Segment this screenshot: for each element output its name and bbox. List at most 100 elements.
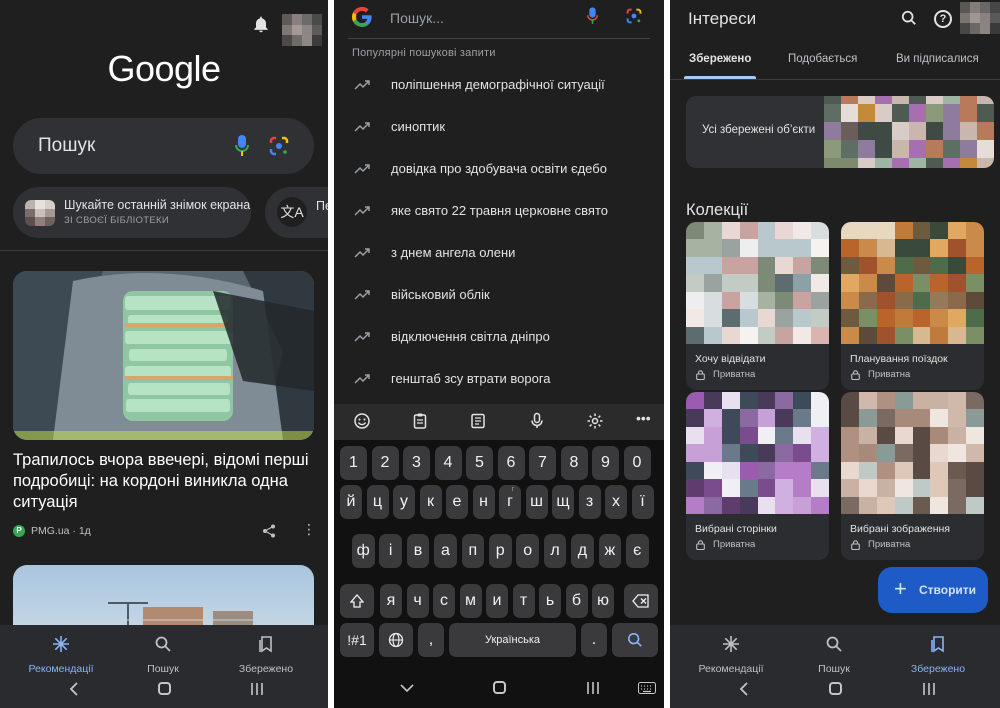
nav-search[interactable]: Пошук — [118, 635, 208, 677]
suggestion-item[interactable]: генштаб зсу втрати ворога — [334, 361, 664, 401]
key[interactable]: м — [459, 584, 482, 618]
avatar[interactable] — [282, 14, 322, 46]
suggestion-item[interactable]: довідка про здобувача освіти єдебо — [334, 151, 664, 191]
key[interactable]: т — [512, 584, 535, 618]
key[interactable]: 4 — [434, 446, 462, 480]
home-icon[interactable] — [493, 681, 506, 694]
suggestion-item[interactable]: військовий облік — [334, 277, 664, 317]
key[interactable]: ц — [366, 485, 389, 519]
key[interactable]: 6 — [497, 446, 525, 480]
translate-chip[interactable]: 文A Пе — [265, 187, 328, 238]
back-icon[interactable] — [739, 682, 749, 696]
share-icon[interactable] — [262, 524, 276, 538]
hide-keyboard-icon[interactable] — [400, 683, 414, 693]
settings-gear-icon[interactable] — [586, 412, 604, 430]
tab-following[interactable]: Ви підписалися — [896, 53, 979, 65]
collection-card[interactable]: Вибрані сторінки Приватна — [686, 392, 829, 560]
suggestion-item[interactable]: відключення світла дніпро — [334, 319, 664, 359]
create-collection-button[interactable]: + Створити — [878, 567, 988, 613]
key[interactable]: з — [578, 485, 601, 519]
language-key[interactable] — [379, 623, 413, 657]
collection-card[interactable]: Вибрані зображення Приватна — [841, 392, 984, 560]
search-bar[interactable]: Пошук — [13, 118, 314, 174]
key[interactable]: 9 — [592, 446, 619, 480]
key[interactable]: 2 — [371, 446, 399, 480]
key[interactable]: 5 — [466, 446, 493, 480]
key[interactable]: 7 — [529, 446, 556, 480]
lens-icon[interactable] — [626, 8, 642, 24]
suggestion-item[interactable]: яке свято 22 травня церковне свято — [334, 193, 664, 233]
key[interactable]: х — [605, 485, 627, 519]
key[interactable]: ш — [525, 485, 548, 519]
nav-saved[interactable]: Збережено — [893, 635, 983, 677]
home-icon[interactable] — [829, 682, 842, 695]
key[interactable]: и — [486, 584, 508, 618]
all-saved-card[interactable]: Усі збережені об’єкти — [686, 96, 994, 168]
key[interactable]: к — [419, 485, 442, 519]
key[interactable]: й — [340, 485, 362, 519]
key[interactable]: н — [472, 485, 495, 519]
lens-icon[interactable] — [269, 136, 289, 156]
key[interactable]: р — [489, 534, 512, 568]
key[interactable]: ч — [406, 584, 429, 618]
suggestion-item[interactable]: поліпшення демографічної ситуації — [334, 67, 664, 107]
key[interactable]: є — [626, 534, 649, 568]
key[interactable]: о — [516, 534, 539, 568]
key[interactable]: і — [379, 534, 402, 568]
key[interactable]: гr — [499, 485, 521, 519]
period-key[interactable]: . — [581, 623, 607, 657]
key[interactable]: ф — [352, 534, 375, 568]
key[interactable]: 1 — [340, 446, 367, 480]
more-options-icon[interactable]: ••• — [636, 410, 654, 428]
key[interactable]: б — [565, 584, 588, 618]
home-icon[interactable] — [158, 682, 171, 695]
more-options-icon[interactable]: ⋮ — [302, 522, 316, 536]
key[interactable]: е — [446, 485, 468, 519]
key[interactable]: я — [380, 584, 402, 618]
backspace-key[interactable] — [624, 584, 658, 618]
key[interactable]: ь — [539, 584, 561, 618]
voice-input-icon[interactable] — [528, 412, 546, 430]
nav-saved[interactable]: Збережено — [221, 635, 311, 677]
bell-icon[interactable] — [251, 14, 271, 34]
key[interactable]: щ — [552, 485, 574, 519]
tab-liked[interactable]: Подобається — [788, 53, 857, 65]
article-title[interactable]: Трапилось вчора ввечері, відомі перші по… — [13, 450, 315, 513]
screenshot-search-chip[interactable]: Шукайте останній знімок екрана ЗІ СВОЄЇ … — [13, 187, 251, 238]
tab-saved[interactable]: Збережено — [689, 53, 751, 65]
key[interactable]: 8 — [560, 446, 588, 480]
key[interactable]: в — [406, 534, 430, 568]
key[interactable]: с — [433, 584, 455, 618]
recents-icon[interactable] — [922, 682, 936, 696]
key[interactable]: п — [461, 534, 485, 568]
nav-recommendations[interactable]: Рекомендації — [16, 635, 106, 677]
space-key[interactable]: Українська — [449, 623, 576, 657]
key[interactable]: ї — [631, 485, 654, 519]
article-image[interactable] — [13, 271, 314, 440]
collection-card[interactable]: Планування поїздок Приватна — [841, 222, 984, 390]
keyboard-icon[interactable] — [638, 682, 656, 694]
search-input[interactable]: Пошук... — [390, 10, 444, 26]
help-icon[interactable]: ? — [934, 10, 952, 28]
clipboard-icon[interactable] — [411, 412, 429, 430]
suggestion-item[interactable]: синоптик — [334, 109, 664, 149]
search-icon[interactable] — [901, 10, 917, 26]
mic-icon[interactable] — [235, 135, 249, 157]
emoji-icon[interactable] — [353, 412, 371, 430]
mic-icon[interactable] — [587, 7, 598, 25]
recents-icon[interactable] — [586, 681, 600, 695]
back-icon[interactable] — [69, 682, 79, 696]
key[interactable]: у — [393, 485, 415, 519]
suggestion-item[interactable]: з днем ангела олени — [334, 235, 664, 275]
key[interactable]: 0 — [623, 446, 651, 480]
key[interactable]: а — [434, 534, 457, 568]
key[interactable]: л — [543, 534, 567, 568]
avatar[interactable] — [960, 2, 1000, 34]
nav-recommendations[interactable]: Рекомендації — [686, 635, 776, 677]
symbols-key[interactable]: !#1 — [340, 623, 374, 657]
search-key[interactable] — [612, 623, 658, 657]
key[interactable]: ж — [598, 534, 622, 568]
key[interactable]: д — [571, 534, 594, 568]
comma-key[interactable]: , — [418, 623, 444, 657]
recents-icon[interactable] — [250, 682, 264, 696]
